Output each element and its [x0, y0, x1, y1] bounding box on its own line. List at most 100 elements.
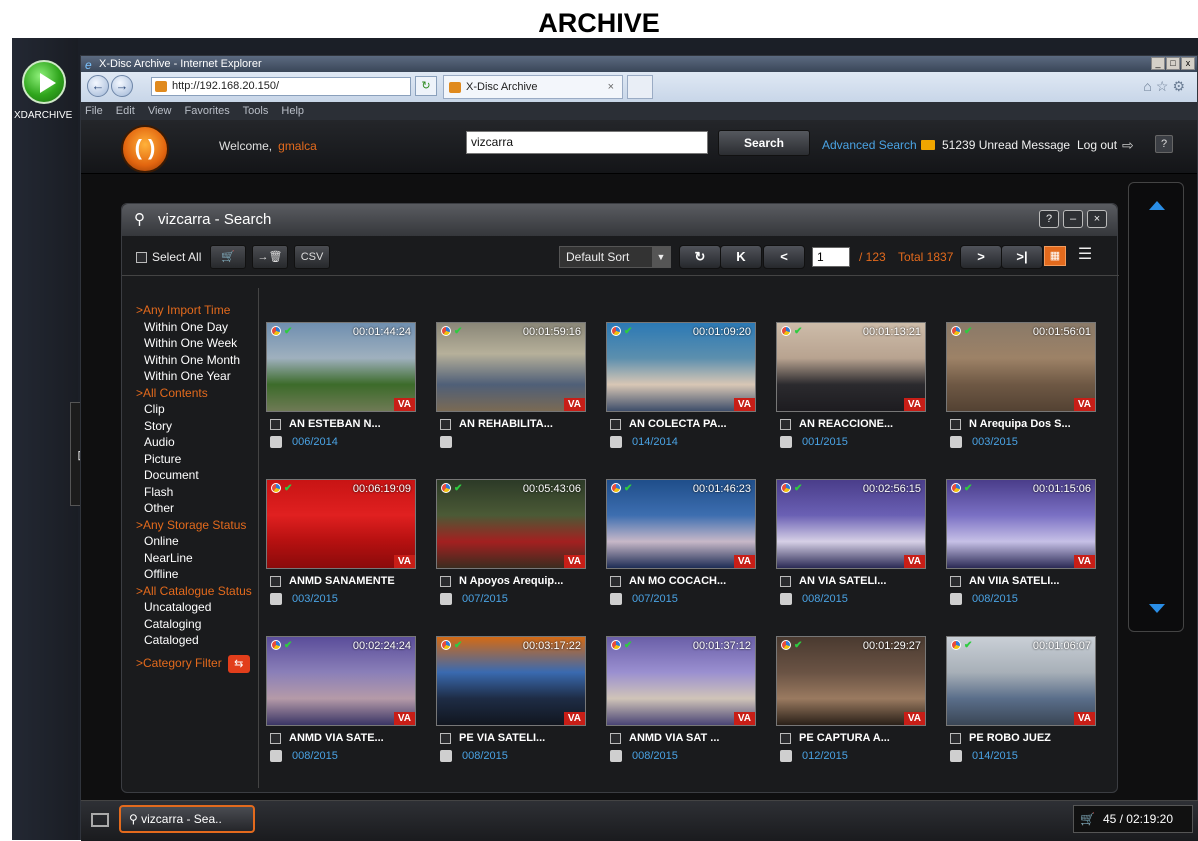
- result-card[interactable]: ✔ 00:01:59:16 VA AN REHABILITA...: [436, 322, 586, 449]
- scroll-down-icon[interactable]: [1149, 604, 1165, 613]
- result-card[interactable]: ✔ 00:01:29:27 VA PE CAPTURA A... 012/2015: [776, 636, 926, 763]
- result-card[interactable]: ✔ 00:01:09:20 VA AN COLECTA PA... 014/2014: [606, 322, 756, 449]
- clip-title[interactable]: AN COLECTA PA...: [629, 418, 727, 430]
- clip-checkbox[interactable]: [270, 418, 281, 430]
- video-thumbnail[interactable]: ✔ 00:01:13:21 VA: [776, 322, 926, 412]
- clip-checkbox[interactable]: [270, 575, 281, 587]
- filter-option[interactable]: Picture: [136, 451, 256, 468]
- unread-messages[interactable]: 51239 Unread Message: [942, 138, 1070, 152]
- result-card[interactable]: ✔ 00:05:43:06 VA N Apoyos Arequip... 007/201…: [436, 479, 586, 606]
- clip-checkbox[interactable]: [610, 418, 621, 430]
- logout-icon[interactable]: ⇨: [1122, 137, 1134, 154]
- result-card[interactable]: ✔ 00:01:06:07 VA PE ROBO JUEZ 014/2015: [946, 636, 1096, 763]
- desktop-icon-label[interactable]: XDARCHIVE: [14, 110, 72, 121]
- mail-icon[interactable]: [921, 140, 935, 150]
- menu-tools[interactable]: Tools: [243, 105, 269, 117]
- filter-option[interactable]: Within One Day: [136, 319, 256, 336]
- clip-title[interactable]: ANMD VIA SATE...: [289, 732, 384, 744]
- clip-checkbox[interactable]: [780, 575, 791, 587]
- clip-title[interactable]: PE CAPTURA A...: [799, 732, 890, 744]
- clip-title[interactable]: PE VIA SATELI...: [459, 732, 545, 744]
- back-icon[interactable]: ←: [87, 75, 109, 97]
- menu-help[interactable]: Help: [281, 105, 304, 117]
- monitor-icon[interactable]: [91, 813, 109, 827]
- result-card[interactable]: ✔ 00:06:19:09 VA ANMD SANAMENTE 003/2015: [266, 479, 416, 606]
- filter-storage-status[interactable]: >Any Storage Status: [136, 517, 256, 534]
- clip-title[interactable]: N Apoyos Arequip...: [459, 575, 563, 587]
- clip-checkbox[interactable]: [950, 732, 961, 744]
- panel-help-icon[interactable]: ?: [1039, 210, 1059, 228]
- result-card[interactable]: ✔ 00:01:46:23 VA AN MO COCACH... 007/2015: [606, 479, 756, 606]
- csv-export-button[interactable]: CSV: [294, 245, 330, 269]
- panel-minimize-icon[interactable]: –: [1063, 210, 1083, 228]
- filter-option[interactable]: Audio: [136, 434, 256, 451]
- category-filter-label[interactable]: >Category Filter: [136, 656, 222, 670]
- forward-icon[interactable]: →: [111, 75, 133, 97]
- panel-close-icon[interactable]: ×: [1087, 210, 1107, 228]
- xdarchive-app-icon[interactable]: [22, 60, 66, 104]
- first-page-icon[interactable]: K: [720, 245, 762, 269]
- filter-option[interactable]: Offline: [136, 566, 256, 583]
- category-filter-icon[interactable]: ⇆: [227, 654, 250, 673]
- result-card[interactable]: ✔ 00:01:15:06 VA AN VIIA SATELI... 008/2015: [946, 479, 1096, 606]
- clip-checkbox[interactable]: [780, 418, 791, 430]
- list-view-icon[interactable]: ☰: [1074, 246, 1096, 266]
- select-all[interactable]: Select All: [136, 250, 201, 264]
- result-card[interactable]: ✔ 00:01:44:24 VA AN ESTEBAN N... 006/2014: [266, 322, 416, 449]
- refresh-results-icon[interactable]: ↻: [679, 245, 721, 269]
- filter-option[interactable]: Uncataloged: [136, 599, 256, 616]
- gear-icon[interactable]: ⚙: [1172, 78, 1189, 94]
- maximize-icon[interactable]: □: [1166, 57, 1180, 70]
- video-thumbnail[interactable]: ✔ 00:01:59:16 VA: [436, 322, 586, 412]
- result-card[interactable]: ✔ 00:02:24:24 VA ANMD VIA SATE... 008/2015: [266, 636, 416, 763]
- clip-checkbox[interactable]: [610, 732, 621, 744]
- app-logo-icon[interactable]: ( ): [121, 125, 169, 173]
- grid-view-icon[interactable]: ▦: [1044, 246, 1066, 266]
- home-icon[interactable]: ⌂: [1143, 78, 1155, 94]
- help-icon[interactable]: ?: [1155, 135, 1173, 153]
- result-card[interactable]: ✔ 00:03:17:22 VA PE VIA SATELI... 008/2015: [436, 636, 586, 763]
- clip-title[interactable]: ANMD SANAMENTE: [289, 575, 395, 587]
- clip-title[interactable]: AN ESTEBAN N...: [289, 418, 381, 430]
- username-link[interactable]: gmalca: [278, 139, 317, 153]
- favorites-star-icon[interactable]: ☆: [1156, 78, 1173, 94]
- new-tab-button[interactable]: [627, 75, 653, 99]
- video-thumbnail[interactable]: ✔ 00:06:19:09 VA: [266, 479, 416, 569]
- browser-tab[interactable]: X-Disc Archive ×: [443, 75, 623, 99]
- vertical-scroller[interactable]: [1128, 182, 1184, 632]
- video-thumbnail[interactable]: ✔ 00:01:44:24 VA: [266, 322, 416, 412]
- page-number-input[interactable]: 1: [812, 247, 850, 267]
- clip-title[interactable]: AN VIIA SATELI...: [969, 575, 1059, 587]
- result-card[interactable]: ✔ 00:01:56:01 VA N Arequipa Dos S... 003/201…: [946, 322, 1096, 449]
- clip-title[interactable]: AN VIA SATELI...: [799, 575, 886, 587]
- filter-option[interactable]: Other: [136, 500, 256, 517]
- clip-title[interactable]: AN REHABILITA...: [459, 418, 553, 430]
- tab-close-icon[interactable]: ×: [608, 76, 614, 98]
- delete-button[interactable]: →🗑: [252, 245, 288, 269]
- video-thumbnail[interactable]: ✔ 00:05:43:06 VA: [436, 479, 586, 569]
- result-card[interactable]: ✔ 00:02:56:15 VA AN VIA SATELI... 008/2015: [776, 479, 926, 606]
- next-page-icon[interactable]: >: [960, 245, 1002, 269]
- clip-title[interactable]: ANMD VIA SAT ...: [629, 732, 719, 744]
- filter-option[interactable]: Document: [136, 467, 256, 484]
- filter-option[interactable]: Clip: [136, 401, 256, 418]
- filter-option[interactable]: Within One Week: [136, 335, 256, 352]
- result-card[interactable]: ✔ 00:01:37:12 VA ANMD VIA SAT ... 008/2015: [606, 636, 756, 763]
- video-thumbnail[interactable]: ✔ 00:01:56:01 VA: [946, 322, 1096, 412]
- filter-contents[interactable]: >All Contents: [136, 385, 256, 402]
- clip-checkbox[interactable]: [440, 418, 451, 430]
- result-card[interactable]: ✔ 00:01:13:21 VA AN REACCIONE... 001/2015: [776, 322, 926, 449]
- last-page-icon[interactable]: >|: [1001, 245, 1043, 269]
- filter-option[interactable]: Within One Month: [136, 352, 256, 369]
- add-to-cart-button[interactable]: 🛒: [210, 245, 246, 269]
- sort-select[interactable]: Default Sort: [559, 246, 671, 268]
- scroll-up-icon[interactable]: [1149, 201, 1165, 210]
- filter-import-time[interactable]: >Any Import Time: [136, 302, 256, 319]
- filter-option[interactable]: NearLine: [136, 550, 256, 567]
- clip-title[interactable]: AN REACCIONE...: [799, 418, 893, 430]
- refresh-icon[interactable]: ↻: [415, 76, 437, 96]
- clip-title[interactable]: PE ROBO JUEZ: [969, 732, 1051, 744]
- clip-checkbox[interactable]: [950, 418, 961, 430]
- video-thumbnail[interactable]: ✔ 00:02:24:24 VA: [266, 636, 416, 726]
- menu-file[interactable]: File: [85, 105, 103, 117]
